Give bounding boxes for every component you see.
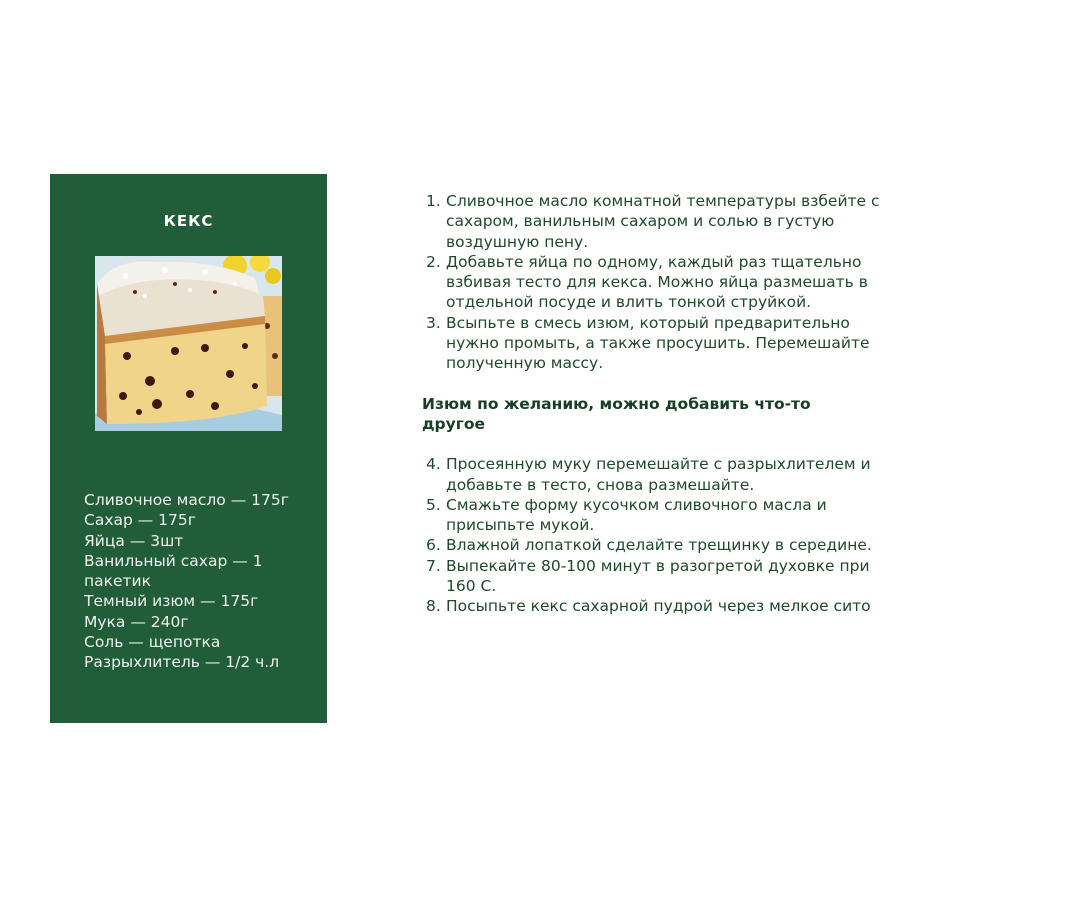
step-number: 6. (426, 536, 441, 555)
step-number: 2. (426, 252, 441, 271)
step-text: Добавьте яйца по одному, каждый раз тщат… (446, 252, 868, 312)
step-number: 1. (426, 192, 441, 210)
step-number: 7. (426, 556, 441, 575)
step-number: 3. (426, 313, 441, 332)
step-text: Влажной лопаткой сделайте трещинку в сер… (446, 536, 872, 555)
step-text: Просеянную муку перемешайте с разрыхлите… (446, 455, 871, 494)
recipe-card: КЕКС Сливочное масло — 175г Сахар — 175г… (50, 174, 327, 723)
step-item: 2. Добавьте яйца по одному, каждый раз т… (422, 252, 902, 313)
step-item: 1. Сливочное масло комнатной температуры… (422, 191, 902, 252)
step-number: 8. (426, 597, 441, 616)
step-item: 4. Просеянную муку перемешайте с разрыхл… (422, 454, 902, 495)
step-item: 3. Всыпьте в смесь изюм, который предвар… (422, 313, 902, 374)
raisin-note: Изюм по желанию, можно добавить что-то д… (422, 394, 811, 433)
ingredient-item: Сахар — 175г (84, 511, 196, 530)
recipe-steps: 1. Сливочное масло комнатной температуры… (422, 191, 902, 617)
ingredient-item: Яйца — 3шт (84, 531, 184, 550)
step-number: 5. (426, 495, 441, 514)
step-text: Посыпьте кекс сахарной пудрой через мелк… (446, 597, 871, 616)
recipe-title: КЕКС (163, 212, 214, 230)
ingredient-item: Ванильный сахар — 1 пакетик (84, 551, 263, 591)
step-text: Выпекайте 80-100 минут в разогретой духо… (446, 556, 870, 596)
cake-photo-illustration (95, 256, 282, 431)
ingredient-item: Темный изюм — 175г (84, 592, 259, 611)
step-item: 5. Смажьте форму кусочком сливочного мас… (422, 495, 902, 536)
step-text: Смажьте форму кусочком сливочного масла … (446, 495, 827, 535)
step-item: 6. Влажной лопаткой сделайте трещинку в … (422, 535, 902, 555)
ingredient-item: Разрыхлитель — 1/2 ч.л (84, 653, 280, 672)
steps-list-part2: 4. Просеянную муку перемешайте с разрыхл… (422, 454, 902, 616)
step-item: 7. Выпекайте 80-100 минут в разогретой д… (422, 556, 902, 597)
cake-photo (95, 256, 282, 431)
step-item: 8. Посыпьте кекс сахарной пудрой через м… (422, 596, 902, 616)
ingredient-item: Мука — 240г (84, 612, 189, 631)
ingredients-list: Сливочное масло — 175г Сахар — 175г Яйца… (84, 490, 319, 673)
step-text: Всыпьте в смесь изюм, который предварите… (446, 313, 870, 373)
step-text: Сливочное масло комнатной температуры вз… (446, 192, 880, 251)
ingredient-item: Соль — щепотка (84, 633, 221, 652)
ingredient-item: Сливочное масло — 175г (84, 491, 289, 509)
step-number: 4. (426, 455, 441, 474)
steps-list-part1: 1. Сливочное масло комнатной температуры… (422, 191, 902, 374)
